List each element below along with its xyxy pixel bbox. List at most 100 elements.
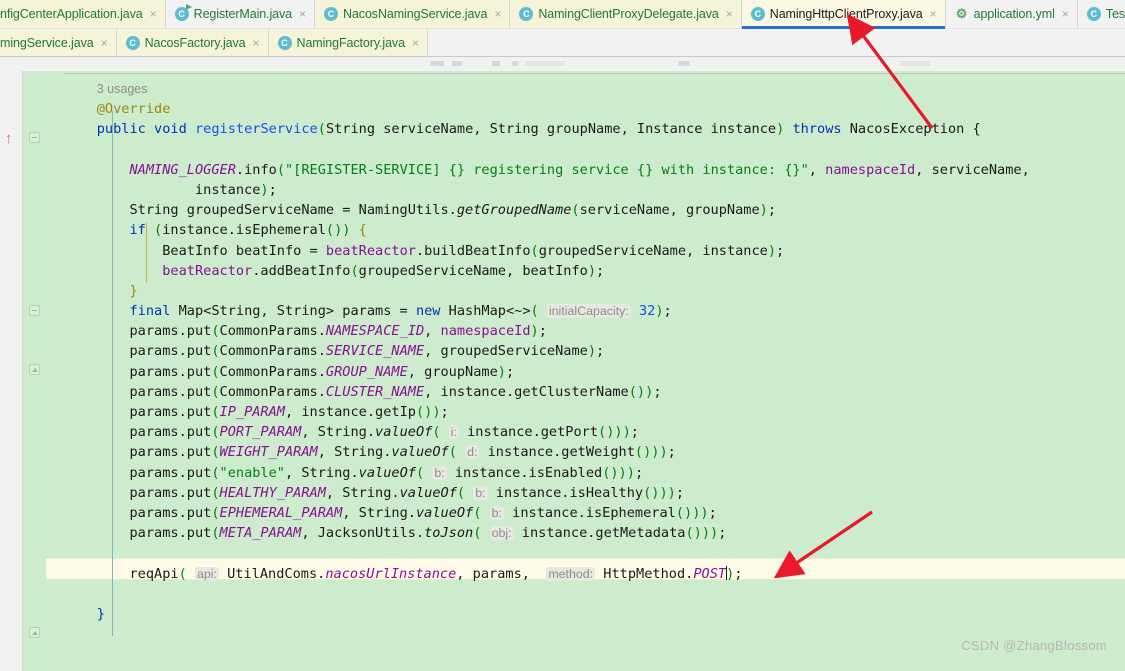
code-line-close-if: } xyxy=(129,282,138,299)
close-icon[interactable]: × xyxy=(1062,8,1069,20)
fold-collapse-icon[interactable] xyxy=(29,305,40,316)
usages-inlay[interactable]: 3 usages xyxy=(97,82,148,96)
code-line-put-cluster-name: params.put(CommonParams.CLUSTER_NAME, in… xyxy=(64,383,662,400)
kw-new: new xyxy=(415,303,441,320)
code-line-logger-cont: instance); xyxy=(64,181,277,198)
breadcrumb-segment xyxy=(900,61,930,66)
kw-if: if xyxy=(129,222,146,239)
code-line-put-ephemeral: params.put(EPHEMERAL_PARAM, String.value… xyxy=(64,504,717,521)
tab-application-yml[interactable]: ⚙ application.yml × xyxy=(945,0,1078,28)
method-name: registerService xyxy=(194,121,318,138)
tab-label: NamingFactory.java xyxy=(296,36,406,50)
inlay-hint-i[interactable]: i: xyxy=(448,425,459,440)
java-class-icon: C xyxy=(1086,7,1101,21)
kw-throws: throws xyxy=(792,121,842,138)
kw-void: void xyxy=(154,121,187,138)
inlay-hint-obj[interactable]: obj: xyxy=(489,526,514,541)
annotation-gutter[interactable]: ↑ xyxy=(0,71,22,671)
tab-naming-http-client-proxy[interactable]: C NamingHttpClientProxy.java × xyxy=(741,0,946,29)
fold-collapse-icon[interactable] xyxy=(29,132,40,143)
code-line-put-namespace: params.put(CommonParams.NAMESPACE_ID, na… xyxy=(64,323,547,340)
exception-type: NacosException xyxy=(849,121,965,138)
tab-row-2: mingService.java × C NacosFactory.java ×… xyxy=(0,28,1125,56)
breadcrumb-segment xyxy=(678,61,690,66)
tab-test-c[interactable]: C TestC xyxy=(1077,0,1125,28)
source-code[interactable]: 3 usages @Override public void registerS… xyxy=(46,79,1125,624)
tab-naming-factory[interactable]: C NamingFactory.java × xyxy=(268,29,428,56)
code-line-put-service-name: params.put(CommonParams.SERVICE_NAME, gr… xyxy=(64,343,605,360)
yaml-file-icon: ⚙ xyxy=(955,6,968,21)
log-message-string: "[REGISTER-SERVICE] {} registering servi… xyxy=(285,161,809,178)
code-line-new-hashmap: final Map<String, String> params = new H… xyxy=(129,303,672,320)
tab-label: TestC xyxy=(1105,7,1125,21)
inlay-hint-initial-capacity[interactable]: initialCapacity: xyxy=(546,304,631,319)
tab-config-center-application[interactable]: nfigCenterApplication.java × xyxy=(0,0,166,28)
logger-field: NAMING_LOGGER xyxy=(129,161,236,178)
close-icon[interactable]: × xyxy=(150,8,157,20)
close-icon[interactable]: × xyxy=(494,8,501,20)
java-class-icon: C xyxy=(750,7,765,21)
java-class-icon: C xyxy=(324,7,339,21)
literal-32: 32 xyxy=(638,303,656,320)
code-line-req-api[interactable]: reqApi( api: UtilAndComs.nacosUrlInstanc… xyxy=(64,564,1125,584)
code-editor[interactable]: ↑ 3 usages @Override public void registe… xyxy=(0,71,1125,671)
code-line-method-end: } xyxy=(96,605,105,622)
kw-final: final xyxy=(129,303,171,320)
close-icon[interactable]: × xyxy=(930,8,937,20)
close-icon[interactable]: × xyxy=(412,37,419,49)
section-divider xyxy=(64,73,1125,74)
java-class-icon: C xyxy=(519,7,534,21)
code-line-put-weight: params.put(WEIGHT_PARAM, String.valueOf(… xyxy=(64,444,676,461)
tab-label: application.yml xyxy=(973,7,1055,21)
tab-register-main[interactable]: C RegisterMain.java × xyxy=(165,0,316,28)
code-line-add-beat-info: beatReactor.addBeatInfo(groupedServiceNa… xyxy=(162,262,605,279)
tab-naming-service[interactable]: mingService.java × xyxy=(0,29,117,56)
inlay-hint-b[interactable]: b: xyxy=(473,485,488,500)
tab-naming-client-proxy-delegate[interactable]: C NamingClientProxyDelegate.java × xyxy=(510,0,742,28)
inlay-hint-api[interactable]: api: xyxy=(194,566,219,581)
breadcrumb-segment xyxy=(525,61,565,66)
inlay-hint-d[interactable]: d: xyxy=(465,445,480,460)
tab-nacos-factory[interactable]: C NacosFactory.java × xyxy=(116,29,269,56)
code-line-put-group-name: params.put(CommonParams.GROUP_NAME, grou… xyxy=(64,363,515,380)
code-line-put-enable: params.put("enable", String.valueOf( b: … xyxy=(64,464,644,481)
tab-label: NacosFactory.java xyxy=(144,36,246,50)
fold-expand-icon[interactable] xyxy=(29,627,40,638)
breadcrumb-segment xyxy=(512,61,518,66)
code-content[interactable]: 3 usages @Override public void registerS… xyxy=(46,71,1125,671)
tab-label: NamingHttpClientProxy.java xyxy=(769,7,923,21)
close-icon[interactable]: × xyxy=(101,37,108,49)
tab-label: RegisterMain.java xyxy=(193,7,292,21)
literal-enable: "enable" xyxy=(219,464,285,481)
modified-line-marker-icon: ↑ xyxy=(5,130,13,147)
code-line-put-healthy: params.put(HEALTHY_PARAM, String.valueOf… xyxy=(64,484,685,501)
breadcrumb[interactable] xyxy=(0,57,1125,71)
code-line-logger: NAMING_LOGGER.info("[REGISTER-SERVICE] {… xyxy=(129,161,1030,178)
inlay-hint-b[interactable]: b: xyxy=(432,465,447,480)
code-line-usages: 3 usages xyxy=(64,79,1125,99)
tab-label: NamingClientProxyDelegate.java xyxy=(538,7,719,21)
code-line-signature: public void registerService(String servi… xyxy=(96,121,981,138)
close-icon[interactable]: × xyxy=(253,37,260,49)
java-class-icon: C xyxy=(277,36,292,50)
inlay-hint-method[interactable]: method: xyxy=(546,566,596,581)
watermark: CSDN @ZhangBlossom xyxy=(961,638,1107,653)
tab-row-1: nfigCenterApplication.java × C RegisterM… xyxy=(0,0,1125,29)
tab-label: NacosNamingService.java xyxy=(343,7,488,21)
fold-expand-icon[interactable] xyxy=(29,364,40,375)
close-icon[interactable]: × xyxy=(726,8,733,20)
breadcrumb-segment xyxy=(452,61,462,66)
fold-gutter[interactable] xyxy=(22,71,46,671)
editor-tab-bar: nfigCenterApplication.java × C RegisterM… xyxy=(0,0,1125,57)
tab-label: mingService.java xyxy=(0,36,94,50)
breadcrumb-segment xyxy=(430,61,444,66)
java-runnable-class-icon: C xyxy=(174,4,192,21)
tab-nacos-naming-service[interactable]: C NacosNamingService.java × xyxy=(315,0,511,28)
close-icon[interactable]: × xyxy=(299,8,306,20)
inlay-hint-b[interactable]: b: xyxy=(489,505,504,520)
code-line-put-ip: params.put(IP_PARAM, instance.getIp()); xyxy=(64,404,449,420)
code-line-put-meta: params.put(META_PARAM, JacksonUtils.toJs… xyxy=(64,525,727,542)
